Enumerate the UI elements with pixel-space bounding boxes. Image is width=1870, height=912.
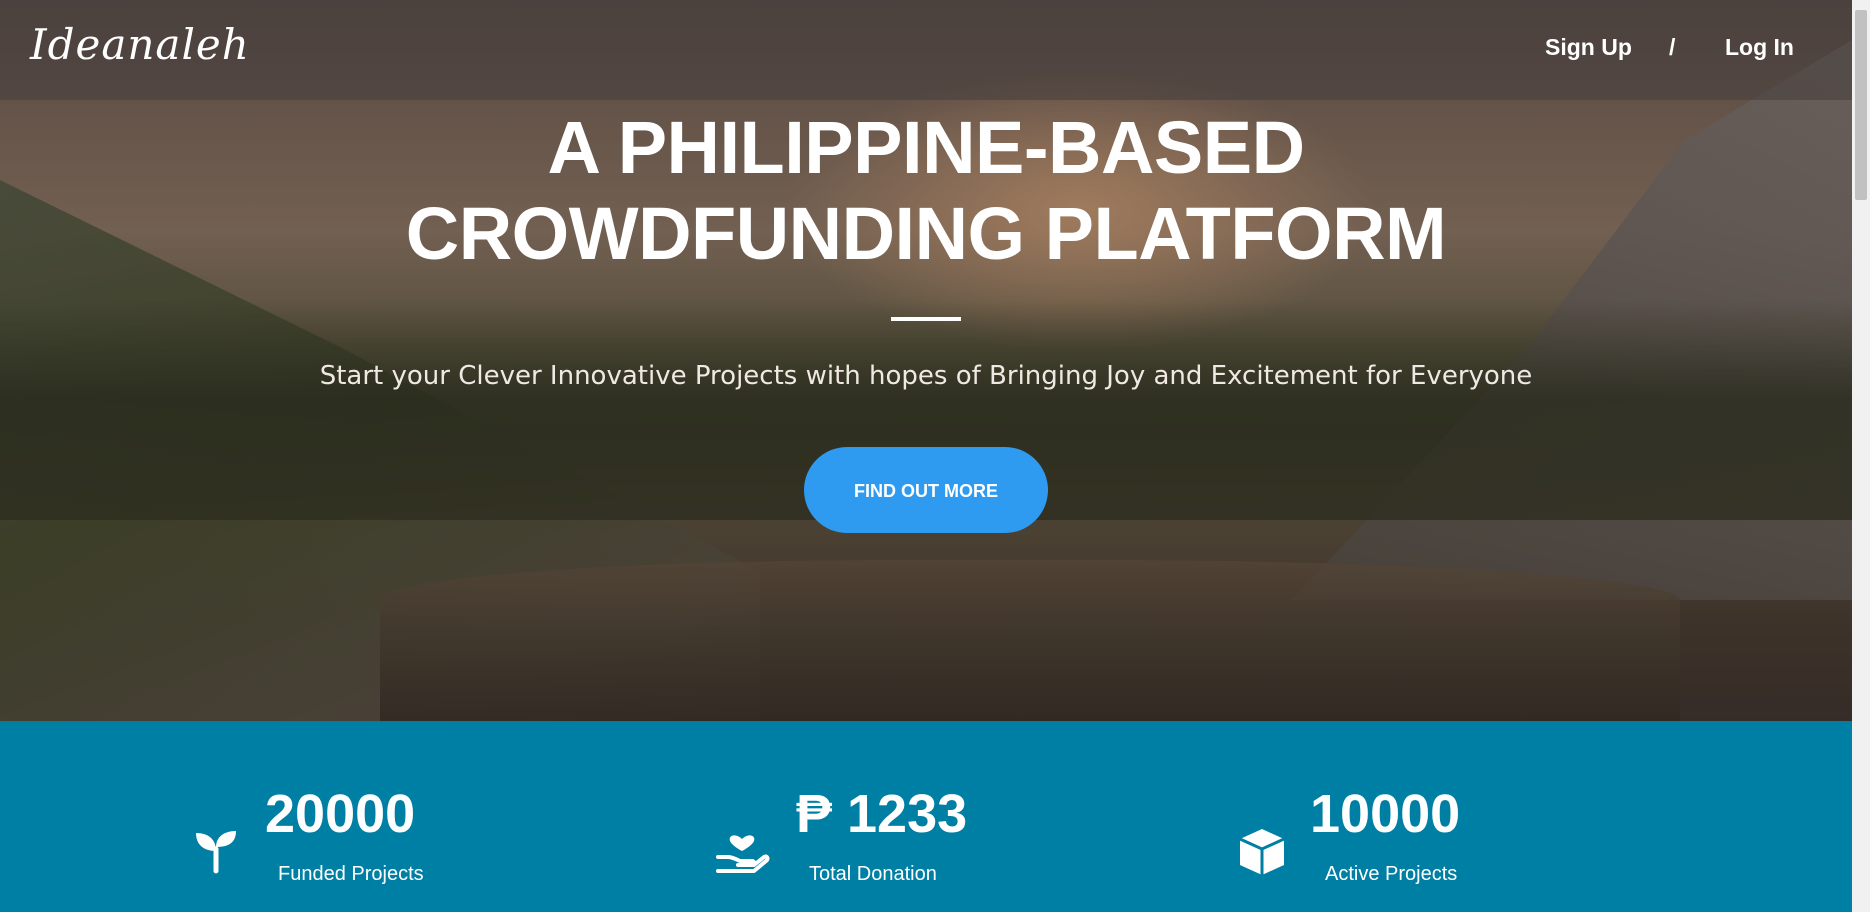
hero-section: A PHILIPPINE-BASED CROWDFUNDING PLATFORM… bbox=[0, 0, 1852, 721]
hero-content: A PHILIPPINE-BASED CROWDFUNDING PLATFORM… bbox=[0, 105, 1852, 533]
stats-band: 20000 Funded Projects ₱ 1233 Total Donat… bbox=[0, 721, 1852, 912]
nav-separator: / bbox=[1669, 34, 1676, 60]
stat-label: Funded Projects bbox=[278, 863, 424, 885]
hero-subtitle: Start your Clever Innovative Projects wi… bbox=[319, 361, 1533, 391]
sign-up-link[interactable]: Sign Up bbox=[1545, 34, 1632, 61]
stat-active-projects: 10000 Active Projects bbox=[1230, 721, 1530, 912]
stat-total-donation: ₱ 1233 Total Donation bbox=[710, 721, 1010, 912]
stat-value: 20000 bbox=[265, 784, 416, 844]
hero-divider bbox=[891, 317, 961, 321]
box-icon bbox=[1239, 829, 1285, 875]
donation-hand-icon bbox=[716, 835, 770, 873]
stat-value: ₱ 1233 bbox=[796, 784, 968, 844]
sprout-icon bbox=[196, 831, 236, 874]
hero-headline: A PHILIPPINE-BASED CROWDFUNDING PLATFORM bbox=[405, 106, 1447, 275]
find-out-more-button[interactable]: FIND OUT MORE bbox=[804, 447, 1048, 533]
brand-logo[interactable]: Ideanaleh bbox=[30, 20, 250, 69]
stat-value: 10000 bbox=[1310, 784, 1461, 844]
stat-label: Active Projects bbox=[1325, 863, 1458, 885]
stat-funded-projects: 20000 Funded Projects bbox=[180, 721, 480, 912]
log-in-link[interactable]: Log In bbox=[1725, 34, 1794, 61]
page-scrollbar[interactable] bbox=[1852, 0, 1870, 912]
stat-label: Total Donation bbox=[809, 863, 937, 885]
top-navbar: Ideanaleh Sign Up / Log In bbox=[0, 0, 1852, 100]
scrollbar-thumb[interactable] bbox=[1855, 10, 1867, 200]
